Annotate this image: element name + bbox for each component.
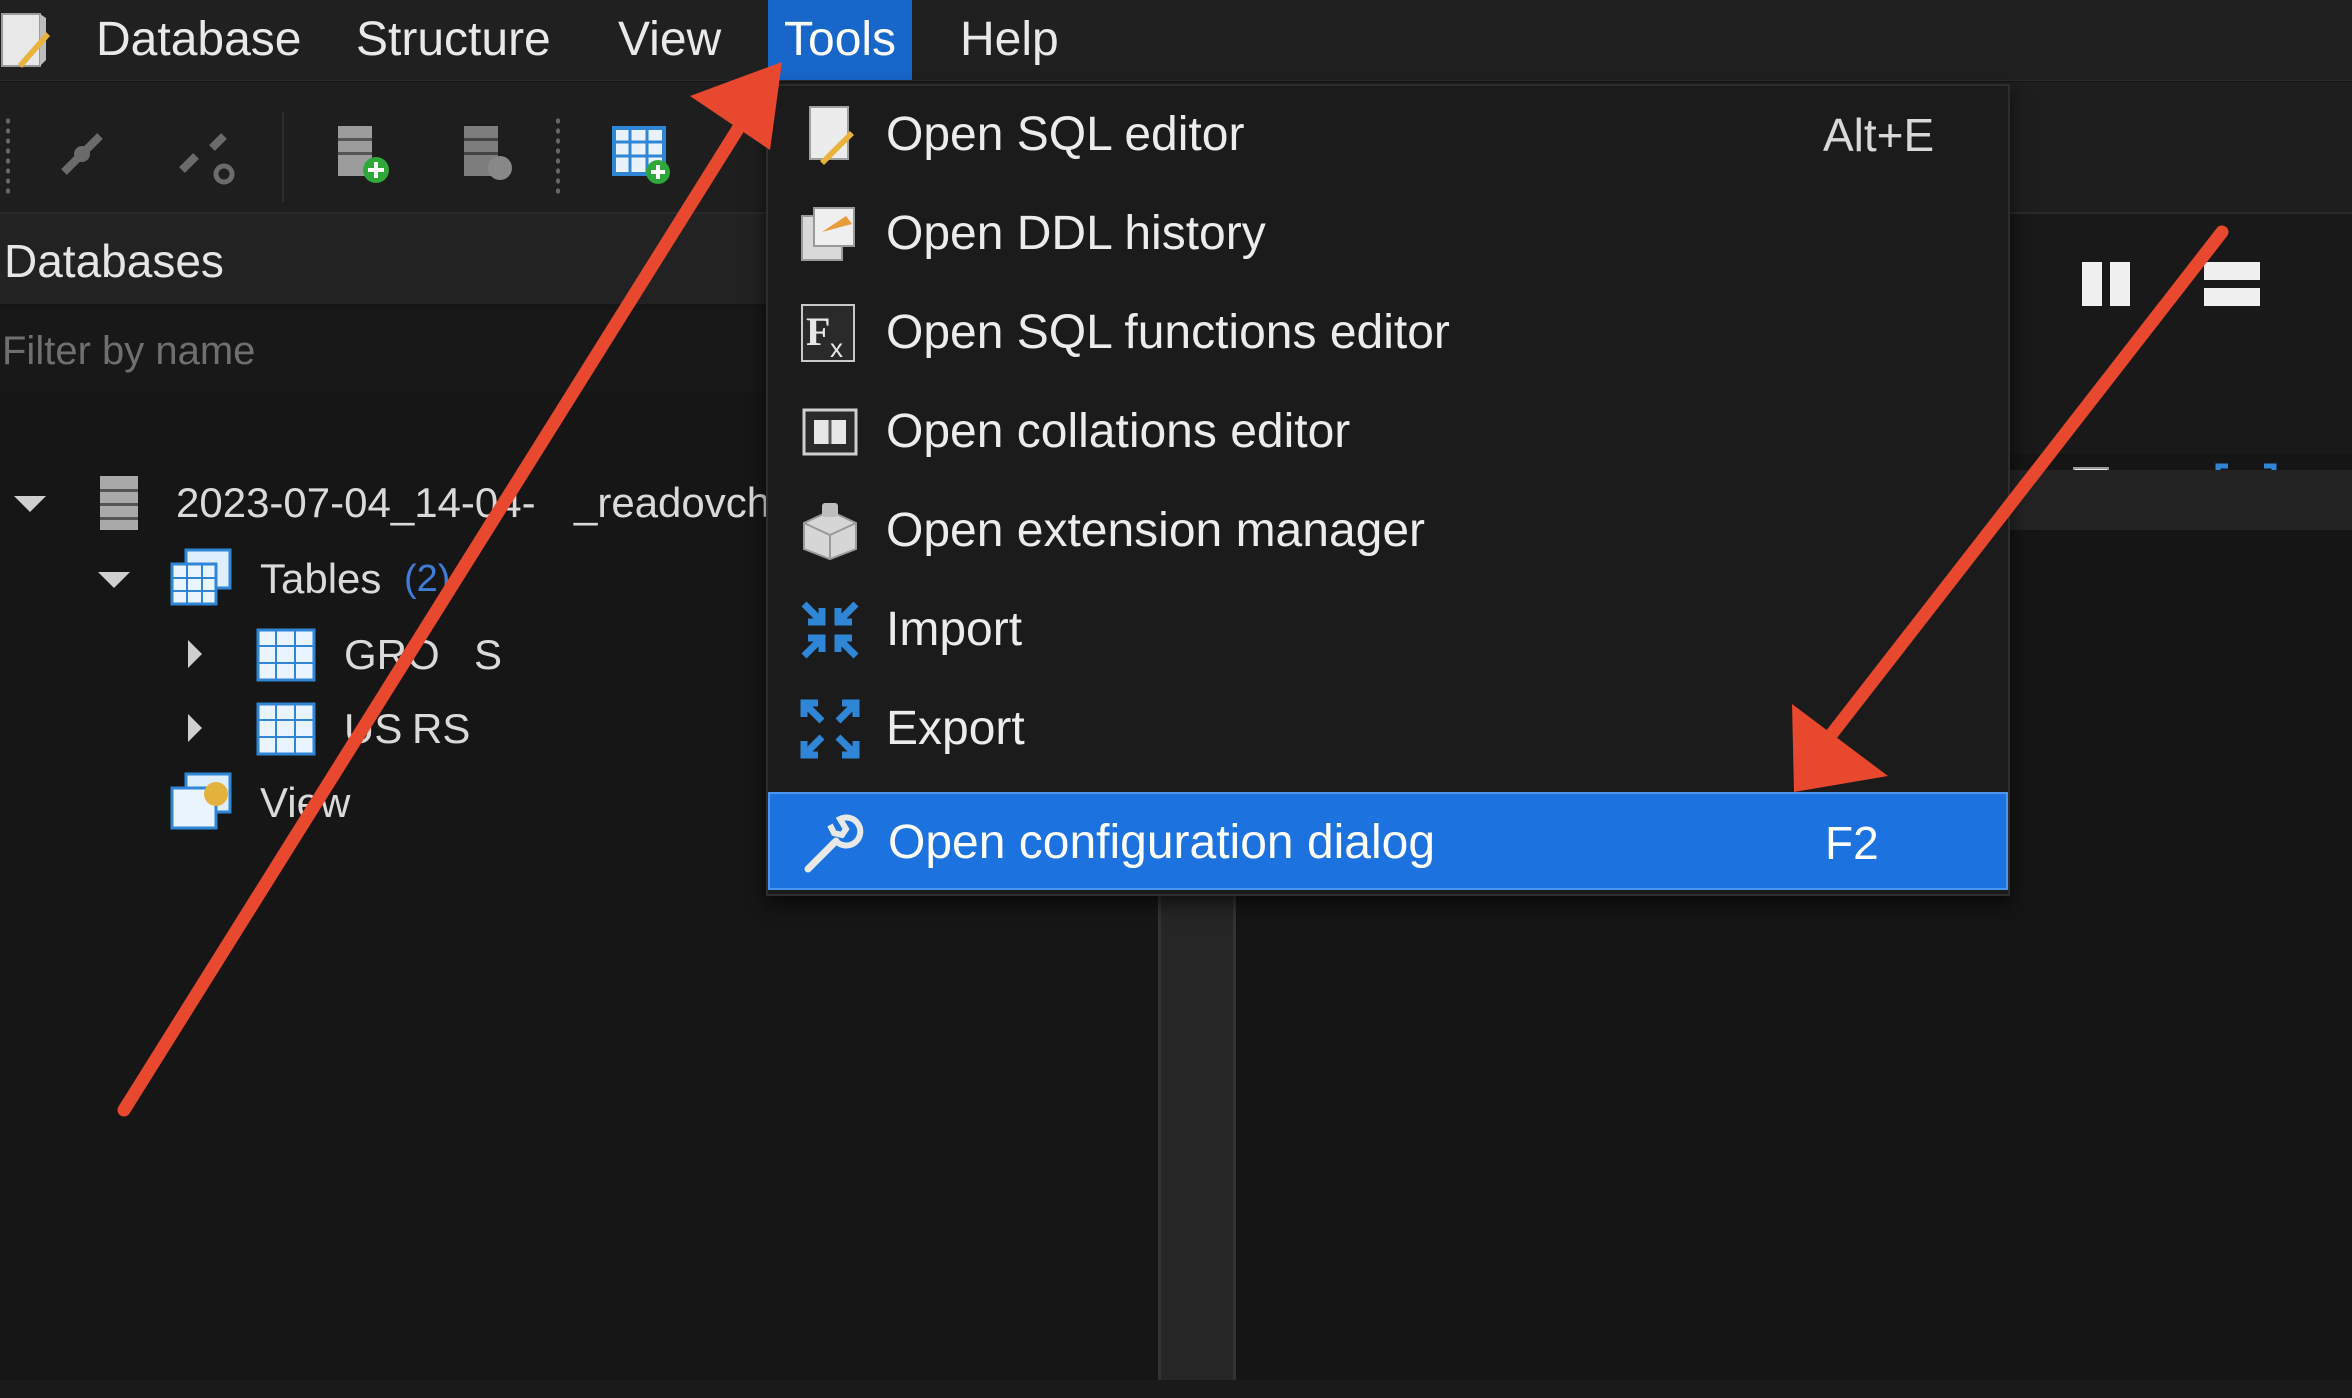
toolbar-grip-icon[interactable] <box>4 116 12 196</box>
menu-item-label: Open DDL history <box>886 207 1266 260</box>
tools-dropdown-menu: Open SQL editor Alt+E Open DDL history F… <box>766 84 2010 896</box>
toolbar-grip-icon[interactable] <box>554 116 562 196</box>
extension-manager-icon <box>798 499 862 563</box>
menu-view[interactable]: View <box>602 0 737 80</box>
disconnect-icon[interactable] <box>172 122 236 186</box>
table-name-tail: RS <box>412 705 471 752</box>
table-name: US <box>344 705 403 752</box>
toolbar-grip-icon <box>2066 260 2126 270</box>
expand-arrow-icon[interactable] <box>98 572 130 588</box>
menu-item-shortcut: Alt+E <box>1823 109 1935 161</box>
svg-text:x: x <box>830 333 843 363</box>
collapse-arrow-icon[interactable] <box>188 640 202 668</box>
menu-tools[interactable]: Tools <box>768 0 913 80</box>
collations-icon <box>798 400 862 464</box>
tree-row-table-users[interactable]: US RS <box>0 694 770 764</box>
tables-folder-icon <box>170 548 234 608</box>
tables-label: Tables <box>260 555 382 602</box>
table-icon <box>256 702 316 756</box>
menu-bar: Database Structure View Tools Help <box>0 0 2352 81</box>
menu-item-import[interactable]: Import <box>768 581 2008 679</box>
rows-layout-icon[interactable] <box>2200 254 2264 314</box>
database-name: 2023-07-04_14-04- <box>176 479 536 526</box>
filter-input[interactable] <box>0 310 772 392</box>
import-icon <box>798 598 862 662</box>
right-tab-bar <box>2000 470 2352 530</box>
views-label: View <box>260 779 351 826</box>
menu-item-open-extension-manager[interactable]: Open extension manager <box>768 482 2008 580</box>
connect-icon[interactable] <box>50 122 114 186</box>
add-database-icon[interactable] <box>330 122 394 186</box>
database-icon <box>96 474 144 532</box>
export-icon <box>798 697 862 761</box>
expand-arrow-icon[interactable] <box>14 496 46 512</box>
edit-database-icon[interactable] <box>456 122 520 186</box>
menu-item-open-collations-editor[interactable]: Open collations editor <box>768 383 2008 481</box>
app-window: Database Structure View Tools Help Datab… <box>0 0 2352 1398</box>
menu-database[interactable]: Database <box>80 0 317 80</box>
collapse-arrow-icon[interactable] <box>188 714 202 742</box>
tree-row-tables[interactable]: Tables (2) <box>0 544 770 614</box>
table-icon <box>256 628 316 682</box>
menu-item-label: Open collations editor <box>886 405 1351 458</box>
menu-item-label: Export <box>886 702 1025 755</box>
table-name-tail: S <box>474 631 503 678</box>
panel-splitter[interactable] <box>1158 890 1236 1398</box>
databases-panel: Databases 2023-07-04_14-04- _readovch Ta… <box>0 214 772 1398</box>
menu-item-label: Open SQL functions editor <box>886 306 1450 359</box>
menu-item-open-configuration-dialog[interactable]: Open configuration dialog F2 <box>768 792 2008 890</box>
menu-item-label: Import <box>886 603 1023 656</box>
app-logo-icon <box>0 8 52 74</box>
toolbar-separator <box>282 112 284 202</box>
status-bar <box>0 1380 2352 1398</box>
sql-editor-icon <box>798 103 862 167</box>
menu-item-shortcut: F2 <box>1825 817 1879 869</box>
tree-row-database[interactable]: 2023-07-04_14-04- _readovch <box>0 468 770 538</box>
menu-structure[interactable]: Structure <box>340 0 567 80</box>
svg-text:F: F <box>806 309 830 354</box>
tree-row-views[interactable]: View <box>0 768 770 838</box>
right-toolbar <box>2000 214 2352 525</box>
database-name-suffix: _readovch <box>574 479 771 526</box>
sql-functions-icon: Fx <box>798 301 862 365</box>
tree-row-table-groups[interactable]: GRO S <box>0 620 770 690</box>
menu-item-open-ddl-history[interactable]: Open DDL history <box>768 185 2008 283</box>
tables-count: (2) <box>404 558 451 600</box>
menu-item-label: Open configuration dialog <box>888 816 1436 869</box>
views-folder-icon <box>170 772 234 832</box>
wrench-icon <box>800 811 864 875</box>
menu-item-open-sql-functions-editor[interactable]: Fx Open SQL functions editor <box>768 284 2008 382</box>
menu-item-open-sql-editor[interactable]: Open SQL editor Alt+E <box>768 86 2008 184</box>
menu-help[interactable]: Help <box>944 0 1075 80</box>
ddl-history-icon <box>798 202 862 266</box>
menu-item-export[interactable]: Export <box>768 680 2008 778</box>
databases-panel-header: Databases <box>0 214 770 304</box>
menu-item-label: Open SQL editor <box>886 108 1245 161</box>
table-name: GRO <box>344 631 440 678</box>
menu-item-label: Open extension manager <box>886 504 1426 557</box>
databases-panel-title: Databases <box>4 235 224 287</box>
add-table-icon[interactable] <box>610 122 674 186</box>
